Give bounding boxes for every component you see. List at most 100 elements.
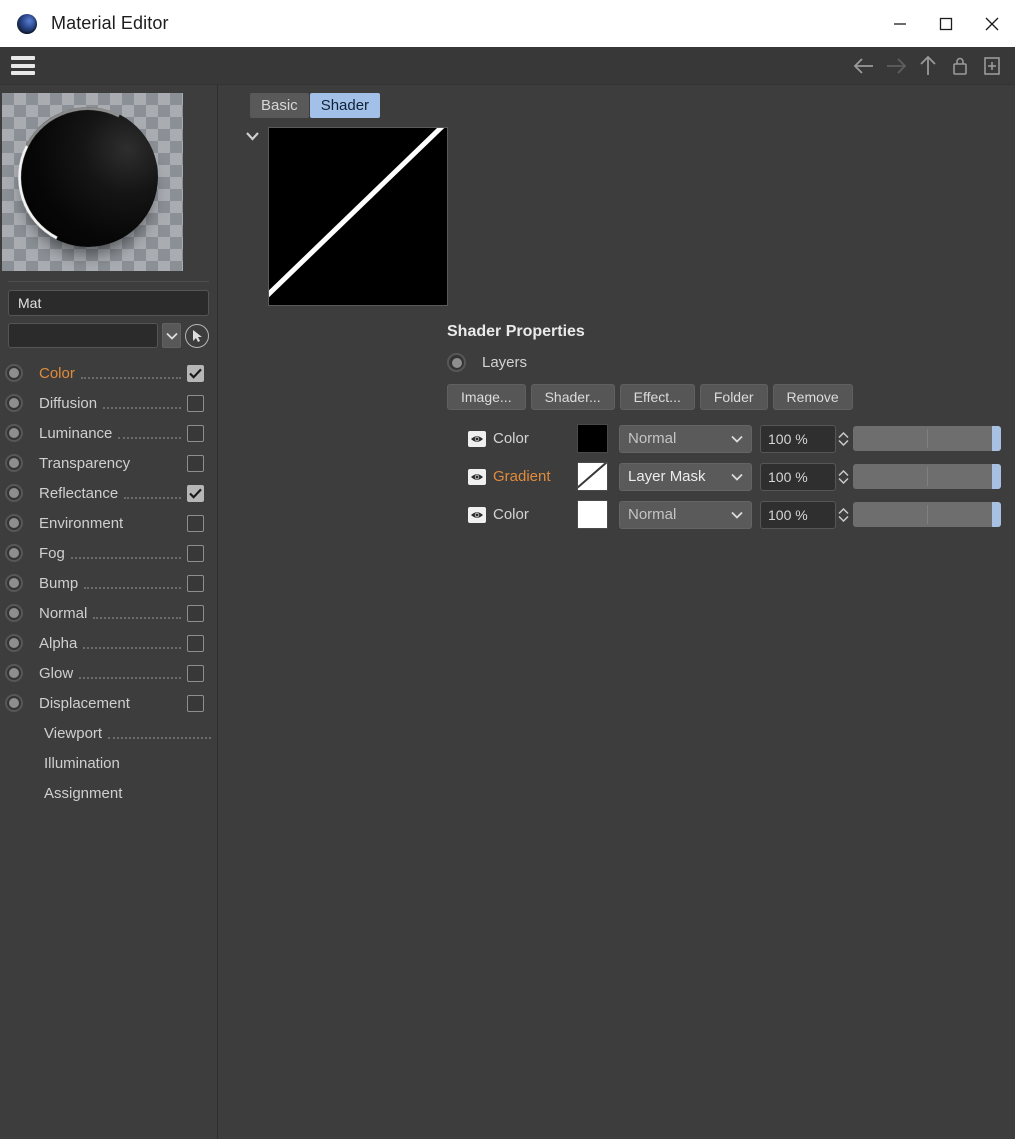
- blend-mode-select[interactable]: Layer Mask: [619, 462, 752, 491]
- channel-radio[interactable]: [5, 394, 23, 412]
- main-panel: Basic Shader Shader Properties Layers Ima…: [218, 85, 1015, 1139]
- add-icon[interactable]: [977, 51, 1007, 81]
- layer-row[interactable]: Color Normal 100 %: [218, 499, 1015, 530]
- layer-color-swatch[interactable]: [577, 500, 608, 529]
- channel-radio[interactable]: [5, 574, 23, 592]
- hamburger-menu-icon[interactable]: [11, 56, 35, 75]
- back-arrow-icon[interactable]: [849, 51, 879, 81]
- channel-radio[interactable]: [5, 694, 23, 712]
- eye-icon[interactable]: [468, 430, 486, 447]
- opacity-input[interactable]: 100 %: [760, 500, 836, 529]
- material-selector-input[interactable]: [8, 323, 158, 348]
- channel-radio[interactable]: [5, 484, 23, 502]
- layer-name: Gradient: [493, 468, 551, 485]
- channel-checkbox[interactable]: [187, 424, 204, 442]
- channel-item-fog[interactable]: Fog: [0, 538, 217, 568]
- eye-icon[interactable]: [468, 506, 486, 523]
- chevron-down-icon: [731, 506, 743, 523]
- channel-checkbox[interactable]: [187, 484, 204, 502]
- up-arrow-icon[interactable]: [913, 51, 943, 81]
- channel-checkbox[interactable]: [187, 454, 204, 472]
- channel-checkbox[interactable]: [187, 664, 204, 682]
- channel-item-reflectance[interactable]: Reflectance: [0, 478, 217, 508]
- window-title: Material Editor: [51, 13, 169, 33]
- blend-mode-select[interactable]: Normal: [619, 424, 752, 453]
- channel-radio[interactable]: [5, 604, 23, 622]
- channel-item-luminance[interactable]: Luminance: [0, 418, 217, 448]
- channel-radio[interactable]: [5, 424, 23, 442]
- opacity-input[interactable]: 100 %: [760, 462, 836, 491]
- channel-checkbox[interactable]: [187, 514, 204, 532]
- channel-item-illumination[interactable]: Illumination: [0, 748, 217, 778]
- channel-checkbox[interactable]: [187, 604, 204, 622]
- layer-color-swatch[interactable]: [577, 462, 608, 491]
- tab-bar: Basic Shader: [250, 93, 1015, 118]
- leader-dots: [93, 608, 181, 619]
- slider-handle[interactable]: [992, 502, 1001, 527]
- eye-icon[interactable]: [468, 468, 486, 485]
- chevron-down-icon[interactable]: [245, 129, 260, 147]
- opacity-stepper[interactable]: [837, 501, 850, 529]
- image-button[interactable]: Image...: [447, 384, 526, 410]
- channel-item-viewport[interactable]: Viewport: [0, 718, 217, 748]
- channel-item-transparency[interactable]: Transparency: [0, 448, 217, 478]
- tab-shader[interactable]: Shader: [309, 93, 381, 118]
- channel-radio[interactable]: [5, 664, 23, 682]
- cursor-pick-icon[interactable]: [185, 323, 209, 348]
- channel-checkbox[interactable]: [187, 574, 204, 592]
- effect-button[interactable]: Effect...: [619, 384, 695, 410]
- leader-dots: [84, 578, 181, 589]
- tab-basic[interactable]: Basic: [250, 93, 309, 118]
- folder-button[interactable]: Folder: [699, 384, 768, 410]
- leader-dots: [118, 428, 181, 439]
- minimize-button[interactable]: [877, 0, 923, 47]
- layers-toggle-row[interactable]: Layers: [447, 353, 1015, 372]
- channel-item-color[interactable]: Color: [0, 358, 217, 388]
- channel-checkbox[interactable]: [187, 394, 204, 412]
- toolbar-right-group: [849, 51, 1015, 81]
- channel-item-bump[interactable]: Bump: [0, 568, 217, 598]
- opacity-slider[interactable]: [853, 464, 1001, 489]
- opacity-input[interactable]: 100 %: [760, 424, 836, 453]
- shader-preview-thumbnail[interactable]: [268, 127, 448, 306]
- blend-mode-value: Normal: [628, 506, 677, 523]
- close-button[interactable]: [969, 0, 1015, 47]
- slider-handle[interactable]: [992, 426, 1001, 451]
- channel-item-normal[interactable]: Normal: [0, 598, 217, 628]
- channel-radio[interactable]: [5, 364, 23, 382]
- shader-button[interactable]: Shader...: [530, 384, 615, 410]
- channel-item-displacement[interactable]: Displacement: [0, 688, 217, 718]
- remove-button[interactable]: Remove: [772, 384, 853, 410]
- blend-mode-select[interactable]: Normal: [619, 500, 752, 529]
- channel-item-environment[interactable]: Environment: [0, 508, 217, 538]
- channel-radio[interactable]: [5, 514, 23, 532]
- channel-item-alpha[interactable]: Alpha: [0, 628, 217, 658]
- layers-radio[interactable]: [447, 353, 466, 372]
- material-name-input[interactable]: Mat: [8, 290, 209, 316]
- opacity-slider[interactable]: [853, 502, 1001, 527]
- slider-handle[interactable]: [992, 464, 1001, 489]
- channel-item-diffusion[interactable]: Diffusion: [0, 388, 217, 418]
- opacity-stepper[interactable]: [837, 463, 850, 491]
- maximize-button[interactable]: [923, 0, 969, 47]
- channel-label: Environment: [39, 514, 124, 532]
- channel-checkbox[interactable]: [187, 694, 204, 712]
- material-preview[interactable]: [2, 93, 183, 271]
- channel-item-assignment[interactable]: Assignment: [0, 778, 217, 808]
- layer-row[interactable]: Gradient Layer Mask 100 %: [218, 461, 1015, 492]
- layer-row[interactable]: Color Normal 100 %: [218, 423, 1015, 454]
- channel-radio[interactable]: [5, 454, 23, 472]
- channel-checkbox[interactable]: [187, 364, 204, 382]
- channel-radio[interactable]: [5, 634, 23, 652]
- leader-dots: [103, 398, 181, 409]
- lock-icon[interactable]: [945, 51, 975, 81]
- channel-item-glow[interactable]: Glow: [0, 658, 217, 688]
- channel-checkbox[interactable]: [187, 544, 204, 562]
- channel-radio[interactable]: [5, 544, 23, 562]
- channel-checkbox[interactable]: [187, 634, 204, 652]
- opacity-stepper[interactable]: [837, 425, 850, 453]
- layer-color-swatch[interactable]: [577, 424, 608, 453]
- chevron-down-icon: [731, 468, 743, 485]
- opacity-slider[interactable]: [853, 426, 1001, 451]
- chevron-down-icon[interactable]: [162, 323, 181, 348]
